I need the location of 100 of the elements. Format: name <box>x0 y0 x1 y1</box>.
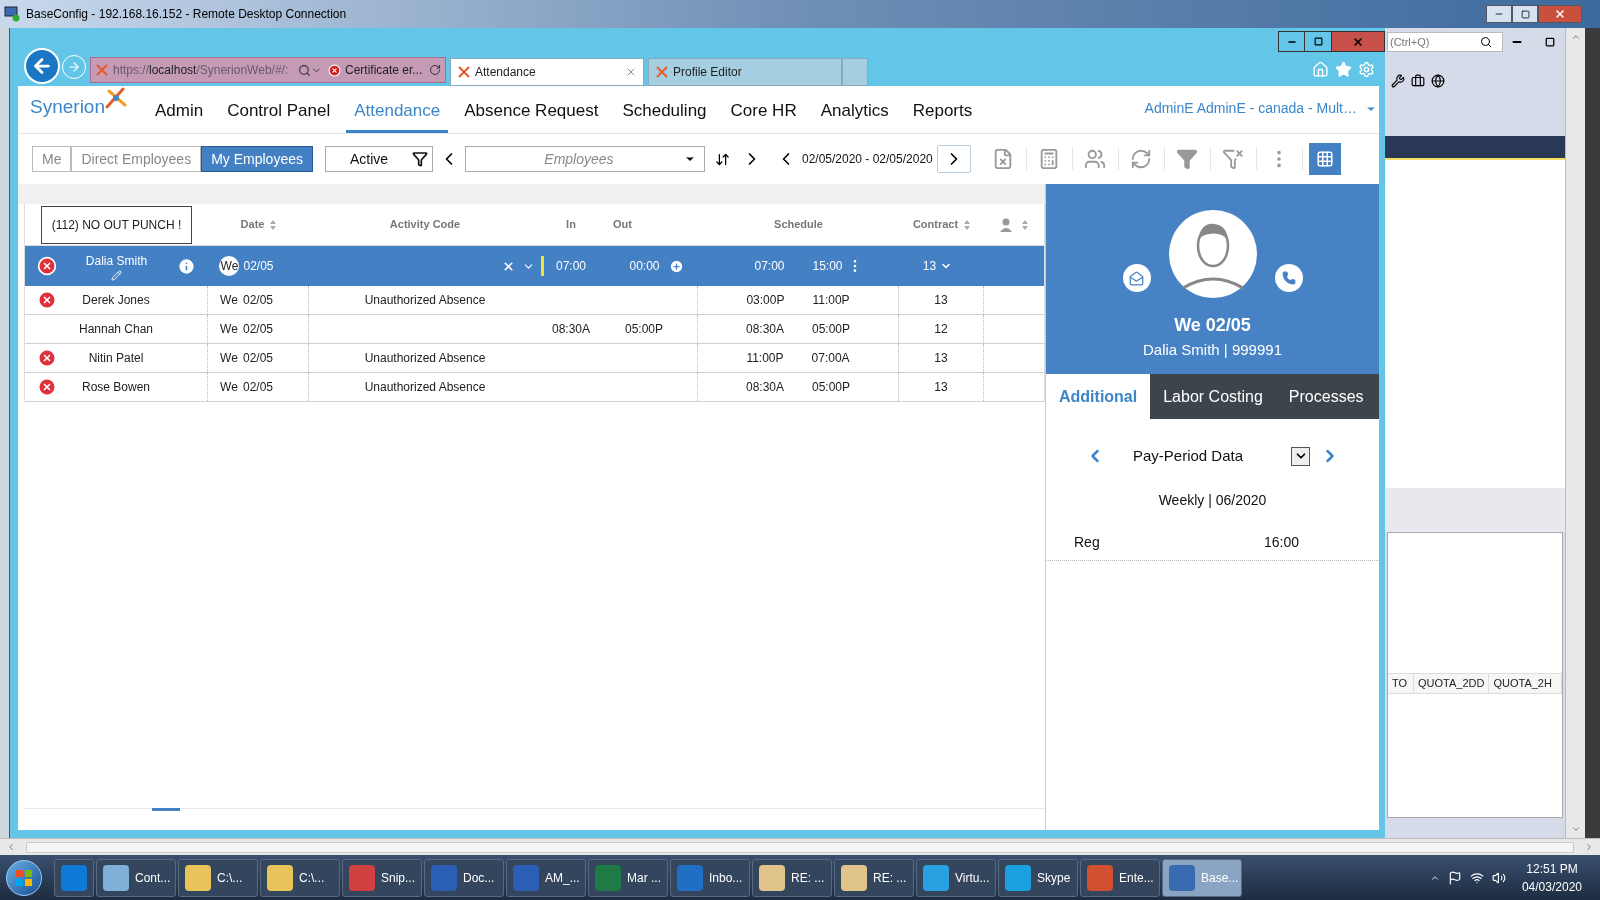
scroll-thumb[interactable] <box>26 841 1574 853</box>
close-tab-icon[interactable] <box>625 66 637 78</box>
taskbar-button[interactable]: Mar ... <box>588 858 668 897</box>
taskbar-button[interactable]: Doc... <box>424 858 504 897</box>
favorites-icon[interactable] <box>1335 61 1352 78</box>
column-header[interactable]: Date <box>240 216 265 233</box>
table-row[interactable]: Hannah Chan We 02/05 08:30A 05:00P 08:30A 05:00P 12 <box>25 315 1044 344</box>
taskbar-button[interactable]: Virtu... <box>916 858 996 897</box>
column-header[interactable]: QUOTA_2DD <box>1414 674 1490 693</box>
activity-code: Unauthorized Absence <box>364 379 486 396</box>
scope-toggle[interactable]: My Employees <box>201 146 313 172</box>
pencil-icon[interactable] <box>111 269 122 281</box>
scope-toggle[interactable]: Direct Employees <box>71 146 202 172</box>
scroll-right-icon[interactable] <box>1584 842 1594 852</box>
clock-time[interactable]: 12:51 PM <box>1526 859 1578 878</box>
refresh-icon[interactable] <box>1130 148 1153 170</box>
nav-item[interactable]: Attendance <box>346 91 449 133</box>
detail-tab[interactable]: Additional <box>1046 374 1151 419</box>
taskbar-button[interactable]: Inbo... <box>670 858 750 897</box>
scroll-left-icon[interactable] <box>6 842 16 852</box>
start-button[interactable] <box>6 859 42 896</box>
restore-icon[interactable] <box>1545 37 1555 47</box>
table-row[interactable]: Rose Bowen We 02/05 Unauthorized Absence 08:30A 05:00P 13 <box>25 373 1044 402</box>
column-header[interactable]: TO <box>1388 674 1414 693</box>
maximize-button[interactable] <box>1512 5 1538 23</box>
nav-item[interactable]: Admin <box>147 91 212 133</box>
taskbar-button[interactable]: C:\... <box>178 858 258 897</box>
detail-tab[interactable]: Labor Costing <box>1150 374 1276 419</box>
info-icon[interactable] <box>177 256 196 276</box>
search-field[interactable]: (Ctrl+Q) <box>1387 32 1503 52</box>
table-row[interactable]: Derek Jones We 02/05 Unauthorized Absence 03:00P 11:00P 13 <box>25 286 1044 315</box>
browser-tab[interactable]: Profile Editor <box>648 58 842 86</box>
globe-icon[interactable] <box>1431 74 1445 88</box>
address-bar[interactable]: https://localhost/SynerionWeb/#/: Certificate er... <box>90 57 446 83</box>
clear-filter-icon[interactable] <box>1222 148 1245 170</box>
sort-icon[interactable] <box>714 151 730 167</box>
windows-logo-icon <box>15 868 33 887</box>
column-header[interactable]: Out <box>613 216 632 233</box>
scrollbar[interactable] <box>1565 28 1585 838</box>
home-icon[interactable] <box>1312 61 1329 78</box>
taskbar-button[interactable]: Snip... <box>342 858 422 897</box>
email-button[interactable] <box>1122 264 1151 292</box>
column-header[interactable]: Schedule <box>774 216 823 233</box>
flag-icon[interactable] <box>1447 870 1462 885</box>
nav-item[interactable]: Core HR <box>722 91 805 133</box>
scope-toggle[interactable]: Me <box>32 146 72 172</box>
network-icon[interactable] <box>1469 870 1484 885</box>
scroll-up-icon[interactable] <box>1570 32 1581 42</box>
minimize-button[interactable] <box>1278 31 1305 52</box>
filter-icon[interactable] <box>1176 148 1199 170</box>
search-icon[interactable] <box>298 63 311 77</box>
table-row[interactable]: Nitin Patel We 02/05 Unauthorized Absence 11:00P 07:00A 13 <box>25 344 1044 373</box>
search-input[interactable]: (Ctrl+Q) <box>1390 33 1480 51</box>
taskbar-button[interactable]: C:\... <box>260 858 340 897</box>
detail-tab[interactable]: Processes <box>1275 374 1377 419</box>
clear-icon[interactable] <box>502 259 515 273</box>
add-icon[interactable] <box>669 258 684 274</box>
nav-item[interactable]: Absence Request <box>456 91 607 133</box>
column-header[interactable]: QUOTA_2H <box>1489 674 1562 693</box>
scrollbar[interactable] <box>0 838 1600 855</box>
nav-item[interactable]: Scheduling <box>614 91 715 133</box>
nav-item[interactable]: Reports <box>904 91 981 133</box>
volume-icon[interactable] <box>1491 870 1506 885</box>
person-icon[interactable] <box>1000 217 1012 232</box>
user-menu[interactable]: AdminE AdminE - canada - Mult… <box>1144 98 1377 119</box>
briefcase-icon[interactable] <box>1411 74 1425 88</box>
contract-value: 13 <box>922 258 937 275</box>
browser-tab[interactable]: Attendance <box>450 58 644 86</box>
nav-item[interactable]: Analytics <box>812 91 897 133</box>
people-icon[interactable] <box>1084 148 1107 170</box>
site-icon <box>457 65 471 79</box>
minimize-button[interactable] <box>1486 5 1512 23</box>
taskbar-button[interactable]: Skype <box>998 858 1078 897</box>
taskbar-button[interactable]: Cont... <box>96 858 176 897</box>
back-button[interactable] <box>24 48 60 84</box>
taskbar-button[interactable]: RE: ... <box>834 858 914 897</box>
certificate-error[interactable]: Certificate er... <box>345 61 423 79</box>
period-dropdown[interactable] <box>1291 446 1311 466</box>
taskbar-button[interactable]: RE: ... <box>752 858 832 897</box>
employee-select[interactable]: Employees <box>464 146 705 172</box>
taskbar-button[interactable]: AM_... <box>506 858 586 897</box>
refresh-icon[interactable] <box>429 64 441 76</box>
status-filter[interactable]: Active <box>324 146 433 172</box>
clock-date[interactable]: 04/03/2020 <box>1521 877 1582 896</box>
taskbar-button[interactable]: Ente... <box>1080 858 1160 897</box>
wrench-icon[interactable] <box>1391 74 1405 88</box>
column-header[interactable]: Activity Code <box>389 216 461 233</box>
column-header[interactable]: Contract <box>912 216 959 233</box>
employee-search[interactable]: Employees <box>473 148 684 170</box>
period-text: Weekly | 06/2020 <box>1158 490 1267 510</box>
grid-view-button[interactable] <box>1308 143 1341 175</box>
scroll-down-icon[interactable] <box>1570 824 1581 834</box>
taskbar-button[interactable] <box>54 858 94 897</box>
close-button[interactable] <box>1538 5 1582 23</box>
column-header[interactable]: In <box>566 216 576 233</box>
phone-button[interactable] <box>1274 264 1303 292</box>
table-row[interactable]: Dalia Smith We 02/05 07:00 00:00 07:00 15:00 13 <box>25 246 1044 286</box>
settings-icon[interactable] <box>1358 61 1375 78</box>
nav-item[interactable]: Control Panel <box>219 91 339 133</box>
next-date-button[interactable] <box>936 145 971 173</box>
